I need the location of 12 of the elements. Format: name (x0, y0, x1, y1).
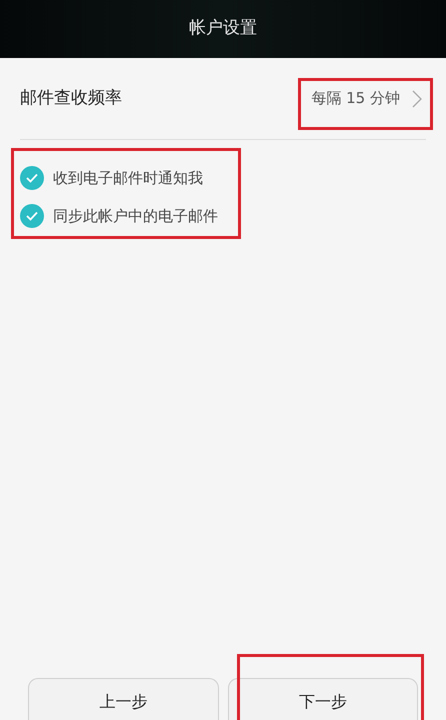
step-button[interactable]: 上一步 (28, 678, 218, 720)
check-icon (26, 173, 38, 183)
chevron-right-icon (412, 90, 422, 108)
frequency-selector[interactable]: 每隔 15 分钟 (311, 87, 426, 110)
checkbox-option[interactable]: 收到电子邮件时通知我 (20, 166, 426, 190)
checkbox-option[interactable]: 同步此帐户中的电子邮件 (20, 204, 426, 228)
checkbox[interactable] (20, 204, 44, 228)
window-title: 帐户设置 (189, 17, 257, 40)
step-button[interactable]: 下一步 (228, 678, 418, 720)
checkbox[interactable] (20, 166, 44, 190)
check-icon (26, 211, 38, 221)
setting-label: 邮件查收频率 (20, 86, 122, 110)
